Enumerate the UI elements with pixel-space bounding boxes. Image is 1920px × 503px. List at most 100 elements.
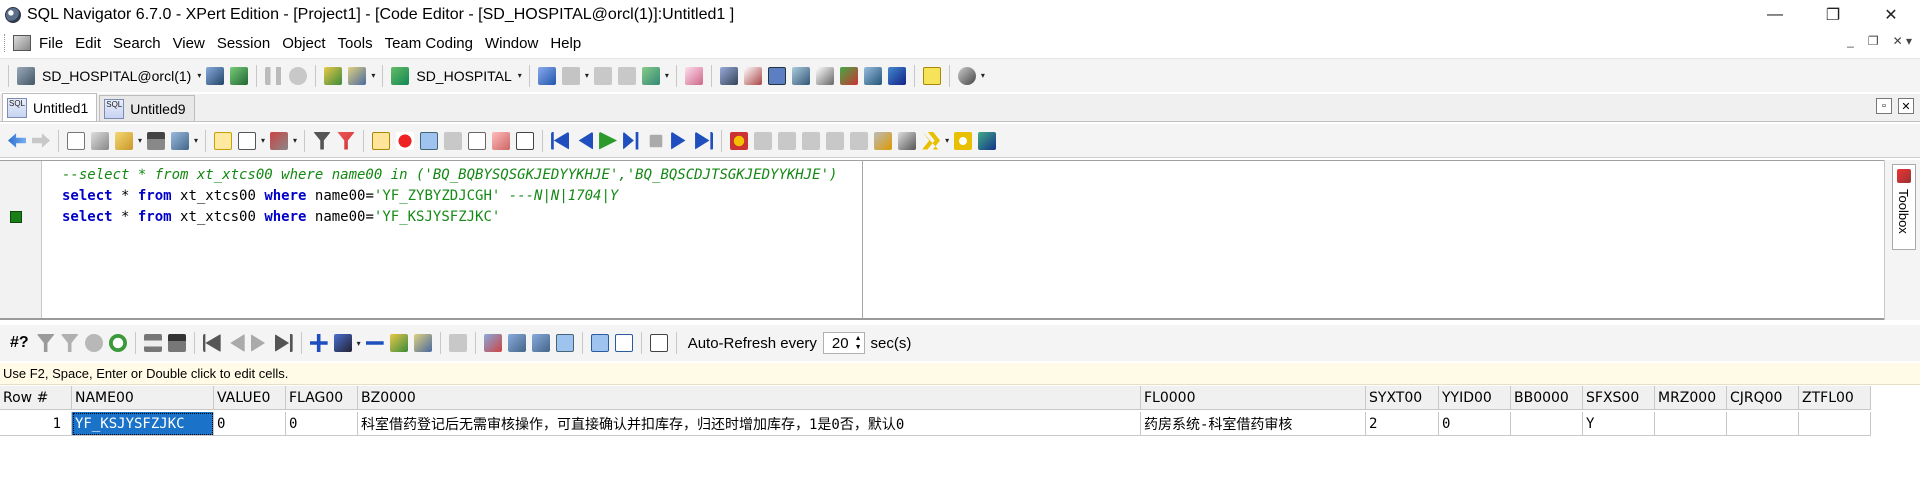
show-default-icon[interactable]: [483, 334, 502, 352]
outline-icon[interactable]: [516, 131, 535, 150]
menu-team-coding[interactable]: Team Coding: [379, 35, 479, 52]
forward-icon[interactable]: [887, 66, 906, 85]
explain-plan-icon[interactable]: [537, 66, 556, 85]
refresh-icon[interactable]: [108, 334, 127, 352]
help-icon[interactable]: [922, 66, 941, 85]
print-icon[interactable]: [143, 334, 162, 352]
pause-icon[interactable]: [265, 66, 284, 85]
clear-filter-icon[interactable]: [337, 131, 356, 150]
results-grid[interactable]: Row # NAME00 VALUE0 FLAG00 BZ0000 FL0000…: [0, 386, 1920, 503]
more-icon[interactable]: [922, 131, 941, 150]
tab-untitled9[interactable]: SQL Untitled9: [99, 95, 195, 121]
refresh-interval-value[interactable]: 20: [832, 335, 849, 352]
spinner-arrows-icon[interactable]: ▲ ▼: [855, 334, 862, 352]
insert-record-icon[interactable]: [309, 334, 328, 352]
tab-untitled1[interactable]: SQL Untitled1: [2, 93, 98, 121]
column-header[interactable]: CJRQ00: [1727, 386, 1799, 410]
row-number[interactable]: 1: [0, 412, 72, 436]
table-cell[interactable]: 0: [214, 412, 286, 436]
mdi-doc-icon[interactable]: [13, 35, 31, 51]
column-header[interactable]: SFXS00: [1583, 386, 1655, 410]
form-view-icon[interactable]: [614, 334, 633, 352]
execute-to-end-icon[interactable]: [396, 131, 415, 150]
menu-view[interactable]: View: [167, 35, 211, 52]
mdi-restore-button[interactable]: ❐: [1868, 34, 1879, 48]
rollback-icon[interactable]: [348, 66, 367, 85]
first-record-icon[interactable]: [202, 334, 221, 352]
column-header[interactable]: VALUE0: [214, 386, 286, 410]
object-icon[interactable]: [270, 131, 289, 150]
save-dropdown-arrow[interactable]: ▾: [194, 136, 198, 145]
table-cell[interactable]: 0: [286, 412, 358, 436]
table-icon[interactable]: [791, 66, 810, 85]
column-header[interactable]: SYXT00: [1366, 386, 1439, 410]
schema-selector[interactable]: SD_HOSPITAL: [412, 64, 515, 88]
bind-variables-icon[interactable]: [444, 131, 463, 150]
table-cell[interactable]: 2: [1366, 412, 1439, 436]
column-header[interactable]: ZTFL00: [1799, 386, 1871, 410]
prior-record-icon[interactable]: [230, 334, 245, 352]
open-folder-icon[interactable]: [115, 131, 133, 150]
save-results-icon[interactable]: [167, 334, 186, 352]
report-icon[interactable]: [641, 66, 660, 85]
session-dropdown-arrow[interactable]: ▾: [197, 71, 201, 80]
show-description-icon[interactable]: [507, 334, 526, 352]
table-cell[interactable]: [1655, 412, 1727, 436]
save-as-icon[interactable]: [171, 131, 190, 150]
settings-dropdown-arrow[interactable]: ▾: [981, 71, 985, 80]
column-header[interactable]: MRZ000: [1655, 386, 1727, 410]
menu-edit[interactable]: Edit: [69, 35, 107, 52]
table-cell[interactable]: 药房系统-科室借药审核: [1141, 412, 1366, 436]
more-dropdown-arrow[interactable]: ▾: [945, 136, 949, 145]
menu-object[interactable]: Object: [276, 35, 331, 52]
mdi-close-button[interactable]: ✕ ▾: [1893, 34, 1912, 48]
tuning-icon[interactable]: [839, 66, 858, 85]
column-header[interactable]: FLAG00: [286, 386, 358, 410]
list-icon[interactable]: [898, 131, 917, 150]
menu-file[interactable]: File: [33, 35, 69, 52]
run-icon[interactable]: [599, 131, 618, 150]
toolbox-tab[interactable]: Toolbox: [1892, 164, 1916, 250]
filter-icon[interactable]: [313, 131, 332, 150]
table-cell[interactable]: [1511, 412, 1583, 436]
binary-dropdown-arrow[interactable]: ▾: [585, 71, 589, 80]
cancel-edit-icon[interactable]: [413, 334, 432, 352]
layout-icon[interactable]: [649, 334, 668, 352]
restore-button[interactable]: ❐: [1804, 0, 1862, 30]
window-icon[interactable]: [684, 66, 703, 85]
menu-tools[interactable]: Tools: [332, 35, 379, 52]
grid-view-icon[interactable]: [590, 334, 609, 352]
split-view-icon[interactable]: [238, 131, 257, 150]
split-dropdown-arrow[interactable]: ▾: [261, 136, 265, 145]
globe-icon[interactable]: [230, 66, 249, 85]
commit-icon[interactable]: [324, 66, 343, 85]
export-icon[interactable]: [448, 334, 467, 352]
tab-close-button[interactable]: ✕: [1898, 98, 1914, 114]
table-row[interactable]: 1 YF_KSJYSFZJKC 0 0 科室借药登记后无需审核操作，可直接确认并…: [0, 412, 1871, 436]
refresh-interval-spinner[interactable]: 20 ▲ ▼: [822, 332, 865, 354]
back-arrow-icon[interactable]: [8, 133, 26, 148]
forward-arrow-icon[interactable]: [32, 133, 50, 148]
indent-icon[interactable]: [754, 131, 773, 150]
open-dropdown-arrow[interactable]: ▾: [138, 136, 142, 145]
column-header[interactable]: FL0000: [1141, 386, 1366, 410]
show-name-description-icon[interactable]: [555, 334, 574, 352]
copy-icon[interactable]: [778, 131, 797, 150]
run-to-cursor-icon[interactable]: [623, 131, 639, 150]
delete-record-icon[interactable]: [365, 341, 384, 345]
prev-statement-icon[interactable]: [578, 131, 594, 150]
code-editor[interactable]: --select * from xt_xtcs00 where name00 i…: [0, 160, 1884, 320]
sql-info-button[interactable]: #?: [10, 334, 29, 352]
session-selector[interactable]: SD_HOSPITAL@orcl(1): [38, 64, 195, 88]
minimize-button[interactable]: —: [1746, 0, 1804, 30]
diagram-icon[interactable]: [863, 66, 882, 85]
find-icon[interactable]: [826, 131, 845, 150]
format-code-icon[interactable]: [214, 131, 233, 150]
code-editor-icon[interactable]: [767, 66, 786, 85]
execute-icon[interactable]: [372, 131, 391, 150]
menu-search[interactable]: Search: [107, 35, 167, 52]
object-dropdown-arrow[interactable]: ▾: [293, 136, 297, 145]
table-cell[interactable]: 0: [1439, 412, 1511, 436]
replace-icon[interactable]: [850, 131, 869, 150]
menu-window[interactable]: Window: [479, 35, 544, 52]
